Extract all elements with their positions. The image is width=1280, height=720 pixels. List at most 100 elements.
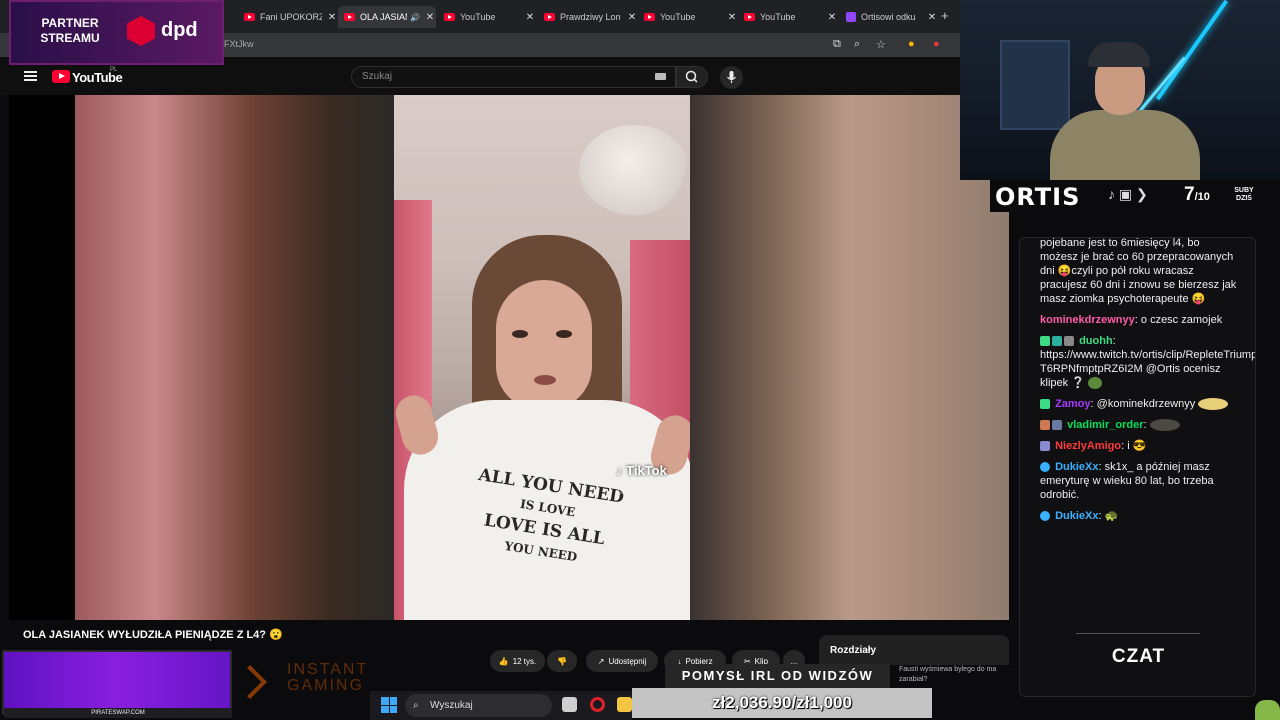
video-player[interactable]: ALL YOU NEED IS LOVE LOVE IS ALL YOU NEE…: [9, 95, 1009, 620]
browser-tab[interactable]: Ortisowi odku ✕: [840, 6, 938, 28]
eye: [512, 330, 528, 338]
browser-tab-active[interactable]: OLA JASIAN 🔊 ✕: [338, 6, 436, 28]
close-icon[interactable]: ✕: [926, 12, 938, 23]
streamer-cap: [1088, 42, 1150, 67]
opera-icon[interactable]: ●: [933, 38, 940, 50]
frog-mascot-icon: [1255, 700, 1280, 720]
emote-icon: [1149, 419, 1180, 432]
taskbar: ⌕ Wyszukaj: [370, 691, 632, 720]
zoom-icon[interactable]: ⌕: [854, 38, 860, 51]
goal-title: POMYSŁ IRL OD WIDZÓW: [665, 664, 890, 688]
microphone-icon: [727, 71, 736, 83]
voice-search-button[interactable]: [720, 66, 743, 89]
badge-icon: [1052, 420, 1062, 431]
subs-counter: 7/10: [1184, 184, 1210, 205]
badge-icon: [1052, 336, 1062, 347]
chat-username[interactable]: DukieXx: [1055, 510, 1098, 522]
youtube-icon: [644, 13, 655, 21]
file-explorer-icon[interactable]: [617, 697, 632, 712]
dislike-button[interactable]: 👎: [547, 650, 577, 672]
goal-progress: zł2,036.90/zł1,000: [632, 688, 932, 718]
video-frame[interactable]: ALL YOU NEED IS LOVE LOVE IS ALL YOU NEE…: [394, 95, 690, 620]
search-icon: ⌕: [413, 700, 419, 711]
search-button[interactable]: [676, 66, 708, 88]
opera-icon[interactable]: [590, 697, 605, 712]
chat-message: NiezlyAmigo: i 😎: [1040, 439, 1240, 453]
youtube-icon: [744, 13, 755, 21]
browser-tab[interactable]: YouTube ✕: [738, 6, 838, 28]
chat-message: kominekdrzewnyy: o czesc zamojek: [1040, 314, 1223, 326]
streamer-body: [1050, 110, 1200, 180]
close-icon[interactable]: ✕: [424, 12, 436, 23]
browser-tab[interactable]: Fani UPOKORZ ✕: [238, 6, 338, 28]
partner-brand: dpd: [161, 19, 198, 41]
tiktok-username: @olajasianek: [616, 485, 671, 495]
url-text[interactable]: jFXtJkw: [222, 39, 254, 49]
cast-icon[interactable]: ⧉: [833, 38, 841, 51]
instant-gaming-text: INSTANT GAMING: [287, 661, 368, 694]
browser-tab[interactable]: YouTube ✕: [438, 6, 536, 28]
partner-text: PARTNER STREAMU: [40, 16, 100, 45]
emote-icon: [1198, 398, 1229, 411]
social-icons: ♪ ▣ ❯: [1108, 186, 1148, 202]
tiktok-icon: ♪: [1108, 186, 1115, 202]
speaker-icon[interactable]: 🔊: [410, 13, 420, 22]
close-icon[interactable]: ✕: [524, 12, 536, 23]
youtube-icon: [444, 13, 455, 21]
chat-message: pojebane jest to 6miesięcy l4, bo możesz…: [1040, 237, 1237, 305]
bookmark-star-icon[interactable]: ☆: [876, 38, 886, 51]
share-button[interactable]: ↗ Udostępnij: [586, 650, 658, 672]
browser-tab[interactable]: Prawdziwy Lon ✕: [538, 6, 638, 28]
task-view-icon[interactable]: [562, 697, 577, 712]
chapters-label: Rozdziały: [830, 645, 877, 656]
close-icon[interactable]: ✕: [726, 12, 738, 23]
neon-light: [1155, 0, 1229, 101]
region-label: PL: [110, 67, 118, 73]
badge-icon: [1040, 441, 1050, 452]
chat-username[interactable]: kominekdrzewnyy: [1040, 314, 1135, 326]
partner-banner: PARTNER STREAMU dpd: [9, 0, 224, 65]
browser-tab[interactable]: YouTube ✕: [638, 6, 738, 28]
youtube-icon: [544, 13, 555, 21]
badge-icon: [1040, 420, 1050, 431]
taskbar-search-input[interactable]: ⌕ Wyszukaj: [405, 694, 552, 717]
chat-message: DukieXx: sk1x_ a później masz emeryturę …: [1040, 461, 1214, 501]
new-tab-icon[interactable]: +: [941, 8, 949, 23]
shelf: [1000, 40, 1070, 130]
chat-message: DukieXx: 🐢: [1040, 509, 1240, 523]
extension-icon[interactable]: ●: [908, 38, 915, 50]
chapters-panel[interactable]: Rozdziały: [819, 635, 1009, 665]
badge-icon: [1064, 336, 1074, 347]
chat-username[interactable]: Zamoy: [1055, 398, 1090, 410]
chat-title: CZAT: [1111, 646, 1166, 667]
recommended-video-title[interactable]: Fausti wyśmiewa bylego do ma zarabiał?: [899, 665, 1009, 685]
screen: Fani UPOKORZ ✕ OLA JASIAN 🔊 ✕ YouTube ✕ …: [0, 0, 1280, 720]
person-face: [496, 280, 592, 410]
video-title: OLA JASIANEK WYŁUDZIŁA PIENIĄDZE Z L4? 😮: [23, 629, 283, 641]
windows-start-icon[interactable]: [381, 697, 397, 713]
blurred-background-left: [75, 95, 395, 620]
twitch-icon: ▣: [1118, 186, 1133, 202]
youtube-logo-icon[interactable]: [52, 70, 70, 83]
close-icon[interactable]: ✕: [826, 12, 838, 23]
close-icon[interactable]: ✕: [326, 12, 338, 23]
chat-username[interactable]: DukieXx: [1055, 461, 1098, 473]
subs-label: SUBY DZIŚ: [1234, 187, 1254, 202]
mouth: [534, 375, 556, 385]
chat-username[interactable]: duohh: [1079, 335, 1113, 347]
menu-icon[interactable]: [24, 71, 37, 81]
search-input[interactable]: Szukaj: [351, 66, 676, 88]
webcam-feed: [960, 0, 1280, 180]
streamer-name: ORTIS: [995, 183, 1081, 211]
twitch-icon: [846, 12, 856, 22]
streamer-bar: ORTIS ♪ ▣ ❯ 7/10 SUBY DZIŚ: [990, 180, 1280, 212]
chat-username[interactable]: vladimir_order: [1067, 419, 1143, 431]
thumbs-down-icon: 👎: [557, 656, 567, 666]
chat-messages: pojebane jest to 6miesięcy l4, bo możesz…: [1040, 237, 1255, 530]
like-button[interactable]: 👍 12 tys.: [490, 650, 545, 672]
chat-username[interactable]: NiezlyAmigo: [1055, 440, 1121, 452]
paper-lamp: [579, 125, 689, 215]
share-icon: ↗: [597, 656, 605, 666]
keyboard-icon[interactable]: [655, 73, 666, 80]
close-icon[interactable]: ✕: [626, 12, 638, 23]
